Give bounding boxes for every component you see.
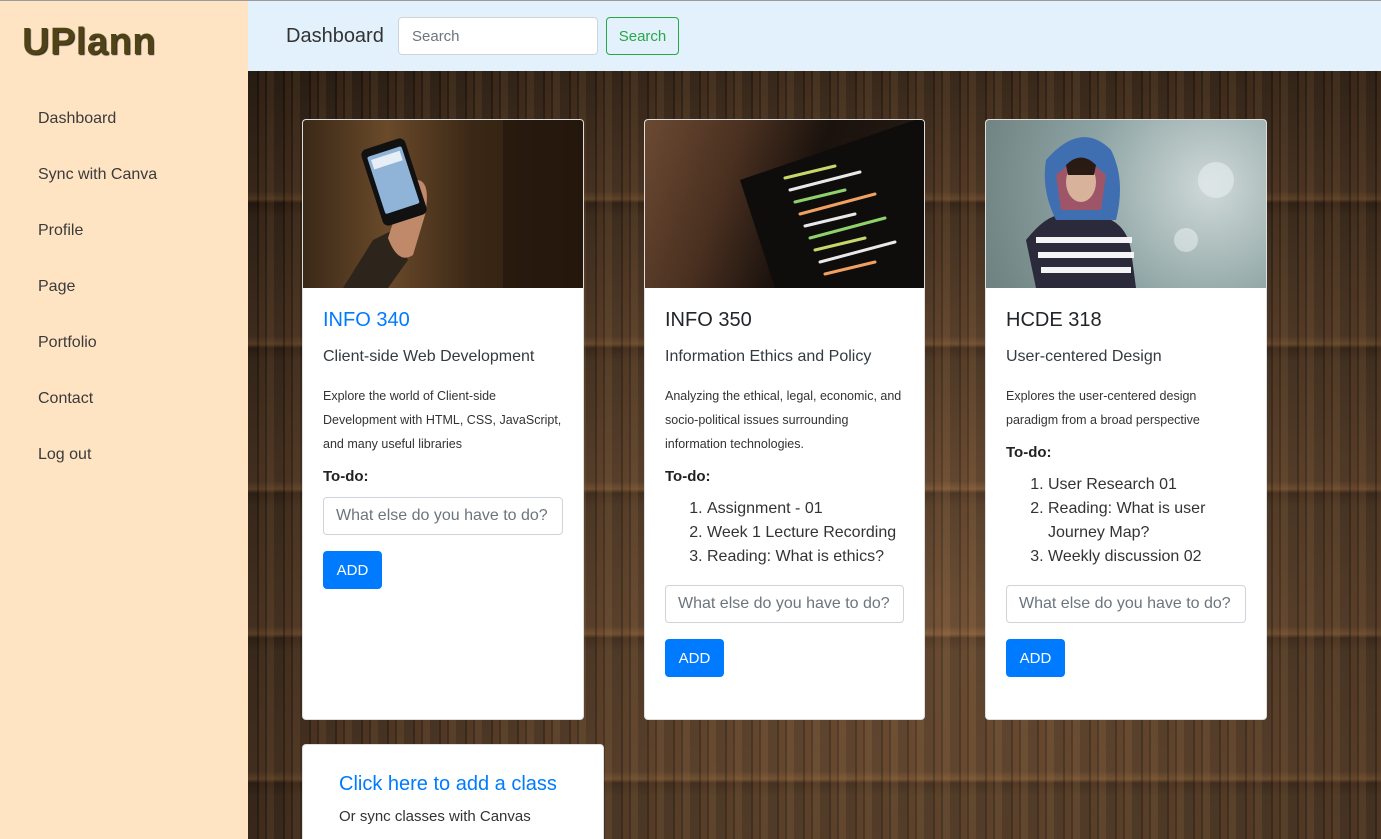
course-image-phone [303, 120, 583, 288]
sidebar-item-profile[interactable]: Profile [38, 216, 157, 272]
todo-list: User Research 01 Reading: What is user J… [1006, 473, 1246, 569]
todo-label: To-do: [1006, 444, 1052, 461]
todo-item: Week 1 Lecture Recording [707, 521, 904, 545]
course-image-person [986, 120, 1266, 288]
todo-list: Assignment - 01 Week 1 Lecture Recording… [665, 497, 904, 569]
add-todo-button[interactable]: ADD [665, 639, 724, 677]
add-todo-button[interactable]: ADD [1006, 639, 1065, 677]
add-todo-button[interactable]: ADD [323, 551, 382, 589]
sync-canvas-text: Or sync classes with Canvas [339, 808, 531, 825]
sidebar-nav: Dashboard Sync with Canva Profile Page P… [38, 104, 157, 496]
todo-item: User Research 01 [1048, 473, 1246, 497]
page-title: Dashboard [286, 25, 384, 47]
add-class-link[interactable]: Click here to add a class [339, 773, 567, 796]
sidebar-item-logout[interactable]: Log out [38, 440, 157, 496]
top-bar: Dashboard Search [248, 0, 1381, 71]
course-description: Explore the world of Client-side Develop… [323, 389, 562, 451]
search-button[interactable]: Search [606, 17, 679, 55]
person-illustration [1026, 137, 1234, 288]
sidebar-item-dashboard[interactable]: Dashboard [38, 104, 157, 160]
todo-input[interactable] [1006, 585, 1246, 623]
todo-label: To-do: [323, 468, 369, 485]
course-code-link[interactable]: INFO 340 [323, 308, 563, 336]
course-code: HCDE 318 [1006, 309, 1102, 331]
todo-item: Reading: What is ethics? [707, 545, 904, 569]
course-name: User-centered Design [1006, 348, 1162, 365]
course-name: Client-side Web Development [323, 348, 535, 365]
sidebar-item-contact[interactable]: Contact [38, 384, 157, 440]
course-card-hcde318: HCDE 318 User-centered Design Explores t… [985, 119, 1267, 720]
add-class-card: Click here to add a class Or sync classe… [302, 744, 604, 839]
card-body: HCDE 318 User-centered Design Explores t… [986, 288, 1266, 677]
todo-item: Reading: What is user Journey Map? [1048, 497, 1246, 545]
sidebar-item-page[interactable]: Page [38, 272, 157, 328]
phone-illustration [343, 120, 583, 288]
todo-label: To-do: [665, 468, 711, 485]
search-input[interactable] [398, 17, 598, 55]
app-logo[interactable]: UPlann [22, 21, 156, 64]
course-description: Explores the user-centered design paradi… [1006, 389, 1200, 427]
todo-input[interactable] [665, 585, 904, 623]
course-card-info350: INFO 350 Information Ethics and Policy A… [644, 119, 925, 720]
todo-input[interactable] [323, 497, 563, 535]
sidebar-item-portfolio[interactable]: Portfolio [38, 328, 157, 384]
course-description: Analyzing the ethical, legal, economic, … [665, 389, 902, 451]
course-card-info340: INFO 340 Client-side Web Development Exp… [302, 119, 584, 720]
todo-item: Weekly discussion 02 [1048, 545, 1246, 569]
course-name: Information Ethics and Policy [665, 348, 872, 365]
sidebar: UPlann Dashboard Sync with Canva Profile… [0, 0, 248, 839]
todo-item: Assignment - 01 [707, 497, 904, 521]
card-body: INFO 340 Client-side Web Development Exp… [303, 288, 583, 589]
sidebar-item-sync-canva[interactable]: Sync with Canva [38, 160, 157, 216]
course-image-code [645, 120, 924, 288]
code-monitor-illustration [740, 120, 924, 288]
card-body: INFO 350 Information Ethics and Policy A… [645, 288, 924, 677]
course-code: INFO 350 [665, 309, 752, 331]
